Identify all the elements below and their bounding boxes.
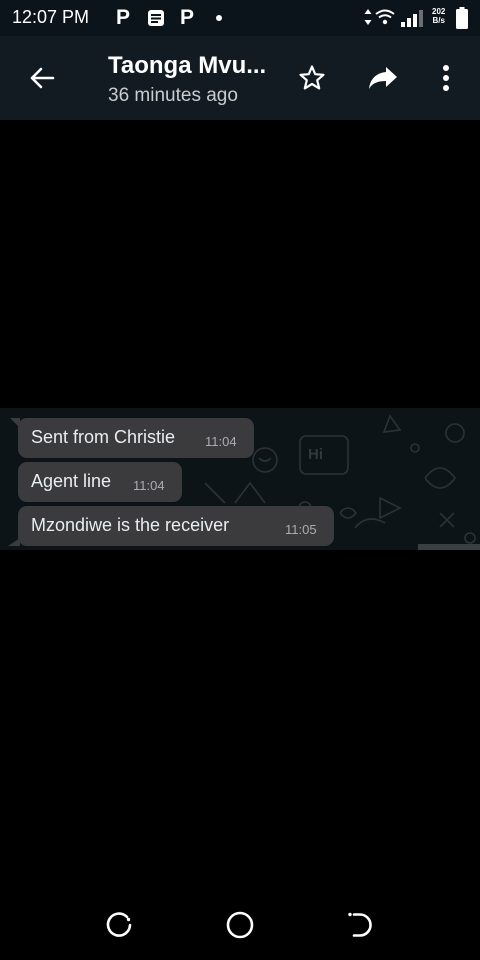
signal-icon bbox=[401, 9, 427, 32]
home-icon[interactable] bbox=[225, 910, 255, 940]
message-text: Mzondiwe is the receiver bbox=[31, 515, 230, 535]
message-icon bbox=[147, 9, 165, 32]
star-icon[interactable] bbox=[296, 62, 328, 94]
message-text: Agent line bbox=[31, 471, 112, 491]
more-vert-icon[interactable] bbox=[436, 62, 456, 94]
wifi-icon bbox=[375, 9, 395, 30]
message-bubble[interactable]: Mzondiwe is the receiver 11:05 bbox=[18, 506, 334, 546]
back-arrow-icon[interactable] bbox=[24, 60, 60, 96]
message-time: 11:04 bbox=[205, 434, 237, 449]
status-bar: 12:07 PM P P 202 B/s bbox=[0, 0, 480, 36]
data-arrows-icon bbox=[364, 8, 372, 31]
contact-name[interactable]: Taonga Mvu... bbox=[108, 52, 266, 80]
recent-apps-icon[interactable] bbox=[104, 910, 134, 940]
forward-icon[interactable] bbox=[366, 62, 400, 94]
status-time: 12:07 PM bbox=[12, 7, 90, 27]
battery-icon bbox=[456, 7, 468, 34]
message-bubble[interactable]: Agent line 11:04 bbox=[18, 462, 182, 502]
notification-p-icon-2: P bbox=[180, 6, 195, 29]
network-speed-value: 202 bbox=[432, 7, 446, 16]
chat-header: Taonga Mvu... 36 minutes ago bbox=[0, 36, 480, 120]
message-text: Sent from Christie bbox=[31, 427, 176, 447]
notification-p-icon: P bbox=[116, 6, 131, 29]
message-time: 11:05 bbox=[285, 522, 317, 537]
back-icon[interactable] bbox=[344, 910, 374, 940]
system-nav-bar bbox=[0, 890, 480, 960]
last-seen-status: 36 minutes ago bbox=[108, 85, 238, 106]
network-speed-unit: B/s bbox=[432, 16, 445, 25]
doodle-hi-text: Hi bbox=[308, 446, 323, 463]
more-notifications-dot bbox=[216, 15, 222, 21]
message-list: Hi Sent from Christie 11:04 Agent line 1… bbox=[0, 408, 480, 550]
network-speed: 202 B/s bbox=[432, 7, 445, 25]
scroll-indicator bbox=[418, 544, 480, 550]
message-time: 11:04 bbox=[133, 478, 165, 493]
bubble-tail bbox=[8, 538, 20, 546]
message-bubble[interactable]: Sent from Christie 11:04 bbox=[18, 418, 254, 458]
